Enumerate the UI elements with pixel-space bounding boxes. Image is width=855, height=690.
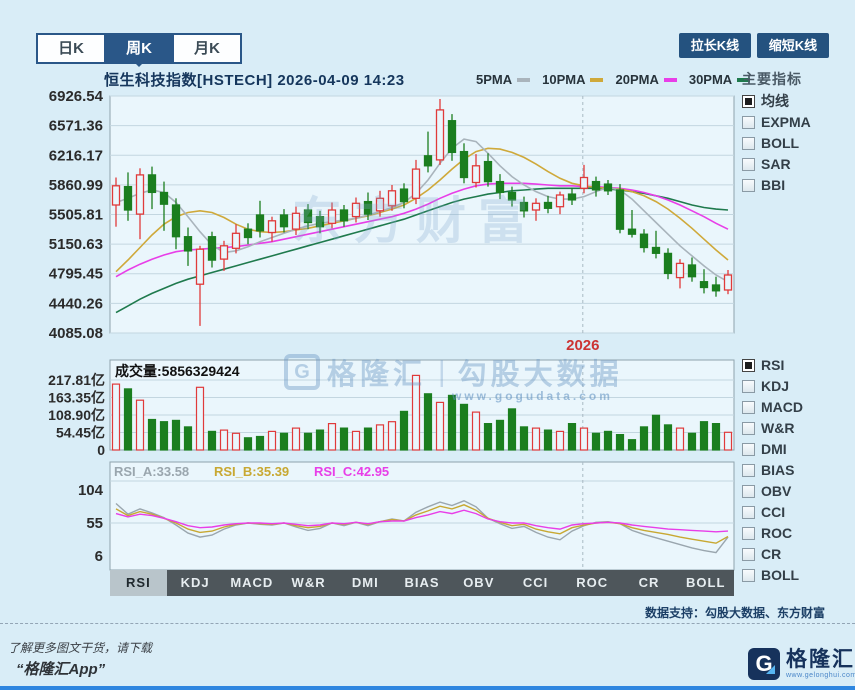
indicator-tab-CR[interactable]: CR xyxy=(621,570,678,596)
indicator-checkbox-OBV[interactable]: OBV xyxy=(742,483,803,499)
sub-indicator-list: RSI KDJ MACD W&R DMI BIAS OBV CCI ROC CR BOLL xyxy=(742,357,803,583)
gelonghui-logo-url: www.gelonghui.com xyxy=(786,672,855,679)
svg-text:4440.26: 4440.26 xyxy=(49,295,103,312)
indicator-checkbox-DMI[interactable]: DMI xyxy=(742,441,803,457)
indicator-tab-DMI[interactable]: DMI xyxy=(337,570,394,596)
indicator-tab-W&R[interactable]: W&R xyxy=(280,570,337,596)
svg-text:54.45亿: 54.45亿 xyxy=(56,425,105,441)
indicator-checkbox-CCI[interactable]: CCI xyxy=(742,504,803,520)
svg-text:6571.36: 6571.36 xyxy=(49,118,103,135)
svg-text:5150.63: 5150.63 xyxy=(49,236,103,253)
indicator-tab-CCI[interactable]: CCI xyxy=(507,570,564,596)
svg-text:5505.81: 5505.81 xyxy=(49,207,103,224)
svg-text:0: 0 xyxy=(97,442,105,458)
chart-title: 恒生科技指数[HSTECH] 2026-04-09 14:23 xyxy=(104,69,405,90)
indicator-checkbox-SAR[interactable]: SAR xyxy=(742,156,811,172)
indicator-tab-MACD[interactable]: MACD xyxy=(223,570,280,596)
checkbox-icon[interactable] xyxy=(742,137,755,150)
svg-text:RSI_B:35.39: RSI_B:35.39 xyxy=(214,464,289,479)
shrink-kline-button[interactable]: 缩短K线 xyxy=(757,33,829,58)
indicator-checkbox-EXPMA[interactable]: EXPMA xyxy=(742,114,811,130)
checkbox-icon[interactable] xyxy=(742,443,755,456)
ma-legend: 5PMA 10PMA 20PMA 30PMA xyxy=(476,72,750,87)
gelonghui-logo-text: 格隆汇 xyxy=(786,648,855,672)
legend-10PMA: 10PMA xyxy=(542,72,603,87)
checkbox-icon[interactable] xyxy=(742,116,755,129)
period-tab-月K[interactable]: 月K xyxy=(172,35,240,62)
indicator-checkbox-CR[interactable]: CR xyxy=(742,546,803,562)
legend-30PMA: 30PMA xyxy=(689,72,750,87)
checkbox-icon[interactable] xyxy=(742,179,755,192)
svg-text:6926.54: 6926.54 xyxy=(49,88,104,105)
svg-text:4795.45: 4795.45 xyxy=(49,266,103,283)
indicator-checkbox-BBI[interactable]: BBI xyxy=(742,177,811,193)
legend-color-swatch xyxy=(664,78,677,82)
svg-text:2026: 2026 xyxy=(566,337,599,354)
gelonghui-logo: G 格隆汇 www.gelonghui.com xyxy=(748,648,855,680)
svg-text:55: 55 xyxy=(86,515,103,532)
indicator-checkbox-ROC[interactable]: ROC xyxy=(742,525,803,541)
indicator-tab-OBV[interactable]: OBV xyxy=(450,570,507,596)
indicator-checkbox-均线[interactable]: 均线 xyxy=(742,93,811,109)
checkbox-icon[interactable] xyxy=(742,569,755,582)
svg-text:RSI_A:33.58: RSI_A:33.58 xyxy=(114,464,189,479)
indicator-checkbox-BOLL[interactable]: BOLL xyxy=(742,567,803,583)
checkbox-icon[interactable] xyxy=(742,158,755,171)
indicator-tab-BOLL[interactable]: BOLL xyxy=(677,570,734,596)
checkbox-icon[interactable] xyxy=(742,380,755,393)
svg-text:RSI_C:42.95: RSI_C:42.95 xyxy=(314,464,389,479)
checkbox-icon[interactable] xyxy=(742,527,755,540)
svg-text:217.81亿: 217.81亿 xyxy=(48,372,105,388)
stretch-kline-button[interactable]: 拉长K线 xyxy=(679,33,751,58)
main-indicators-title: 主要指标 xyxy=(742,69,802,89)
indicator-tab-RSI[interactable]: RSI xyxy=(110,570,167,596)
period-tab-group: 日K周K月K xyxy=(36,33,242,64)
bottom-accent-strip xyxy=(0,686,855,690)
footer-divider xyxy=(0,623,855,624)
checkbox-icon[interactable] xyxy=(742,359,755,372)
stock-chart-app: 6926.54 6571.36 6216.17 5860.99 5505.81 5150.… xyxy=(0,0,855,690)
svg-text:104: 104 xyxy=(78,482,104,499)
main-indicator-list: 均线 EXPMA BOLL SAR BBI xyxy=(742,93,811,193)
period-tab-周K[interactable]: 周K xyxy=(104,35,172,62)
svg-text:108.90亿: 108.90亿 xyxy=(48,407,105,423)
promo-line-1: 了解更多图文干货，请下载 xyxy=(8,639,152,656)
indicator-tab-ROC[interactable]: ROC xyxy=(564,570,621,596)
checkbox-icon[interactable] xyxy=(742,401,755,414)
checkbox-icon[interactable] xyxy=(742,506,755,519)
legend-color-swatch xyxy=(590,78,603,82)
indicator-checkbox-BOLL[interactable]: BOLL xyxy=(742,135,811,151)
checkbox-icon[interactable] xyxy=(742,464,755,477)
checkbox-icon[interactable] xyxy=(742,95,755,108)
data-support-text: 数据支持：勾股大数据、东方财富 xyxy=(645,604,825,621)
gelonghui-logo-g-icon: G xyxy=(748,648,780,680)
indicator-checkbox-RSI[interactable]: RSI xyxy=(742,357,803,373)
svg-text:5860.99: 5860.99 xyxy=(49,177,103,194)
checkbox-icon[interactable] xyxy=(742,422,755,435)
indicator-checkbox-W&R[interactable]: W&R xyxy=(742,420,803,436)
indicator-checkbox-MACD[interactable]: MACD xyxy=(742,399,803,415)
promo-line-2: “格隆汇App” xyxy=(16,658,105,679)
legend-color-swatch xyxy=(517,78,530,82)
legend-20PMA: 20PMA xyxy=(615,72,676,87)
indicator-tab-BIAS[interactable]: BIAS xyxy=(394,570,451,596)
indicator-checkbox-KDJ[interactable]: KDJ xyxy=(742,378,803,394)
legend-5PMA: 5PMA xyxy=(476,72,530,87)
svg-text:6: 6 xyxy=(95,548,103,565)
svg-text:6216.17: 6216.17 xyxy=(49,147,103,164)
checkbox-icon[interactable] xyxy=(742,485,755,498)
svg-text:163.35亿: 163.35亿 xyxy=(48,390,105,406)
svg-text:成交量:5856329424: 成交量:5856329424 xyxy=(115,363,240,379)
indicator-tab-bar: RSIKDJMACDW&RDMIBIASOBVCCIROCCRBOLL xyxy=(110,570,734,596)
svg-text:4085.08: 4085.08 xyxy=(49,325,103,342)
indicator-tab-KDJ[interactable]: KDJ xyxy=(167,570,224,596)
checkbox-icon[interactable] xyxy=(742,548,755,561)
indicator-checkbox-BIAS[interactable]: BIAS xyxy=(742,462,803,478)
period-tab-日K[interactable]: 日K xyxy=(38,35,104,62)
